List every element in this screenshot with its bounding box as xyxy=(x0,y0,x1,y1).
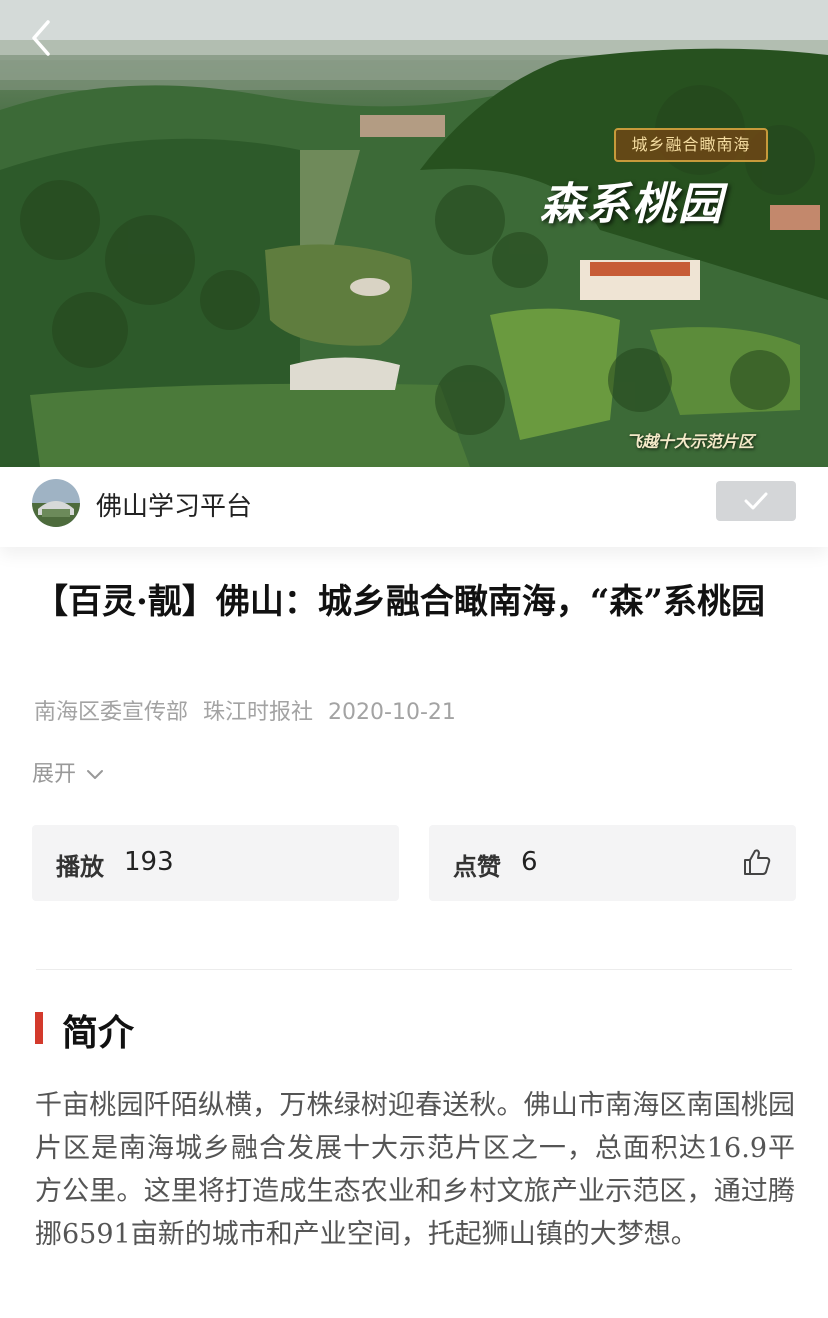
back-icon[interactable] xyxy=(22,16,70,64)
source-2: 珠江时报社 xyxy=(203,700,314,725)
article-title: 【百灵·靓】佛山：城乡融合瞰南海，“森”系桃园 xyxy=(34,582,765,622)
intro-body: 千亩桃园阡陌纵横，万株绿树迎春送秋。佛山市南海区南国桃园片区是南海城乡融合发展十… xyxy=(35,1090,795,1250)
publish-date: 2020-10-21 xyxy=(328,700,456,725)
video-subcaption: 飞越十大示范片区 xyxy=(626,432,755,451)
source-1: 南海区委宣传部 xyxy=(34,700,189,725)
expand-button[interactable]: 展开 xyxy=(32,756,104,788)
expand-label: 展开 xyxy=(32,762,77,787)
channel-bar: 佛山学习平台 xyxy=(0,467,828,547)
thumbs-up-icon[interactable] xyxy=(742,847,772,877)
channel-name[interactable]: 佛山学习平台 xyxy=(96,486,252,523)
play-count-card: 播放 193 xyxy=(32,825,399,901)
follow-button[interactable] xyxy=(716,481,796,521)
like-button[interactable]: 点赞 6 xyxy=(429,825,796,901)
video-title-overlay: 森系桃园 xyxy=(540,179,724,230)
chevron-down-icon xyxy=(87,770,104,779)
intro-heading: 简介 xyxy=(62,1012,135,1054)
play-label: 播放 xyxy=(56,852,104,881)
like-count: 6 xyxy=(521,847,538,877)
channel-avatar[interactable] xyxy=(32,479,80,527)
check-icon xyxy=(744,492,768,510)
section-divider xyxy=(36,969,792,970)
like-label: 点赞 xyxy=(453,852,501,881)
video-player[interactable]: 城乡融合瞰南海 森系桃园 飞越十大示范片区 xyxy=(0,0,828,467)
video-badge: 城乡融合瞰南海 xyxy=(614,128,768,162)
article-meta: 南海区委宣传部 珠江时报社 2020-10-21 xyxy=(34,694,464,726)
aerial-park-image xyxy=(0,0,828,467)
section-accent-bar xyxy=(35,1012,43,1044)
play-count: 193 xyxy=(124,847,174,877)
